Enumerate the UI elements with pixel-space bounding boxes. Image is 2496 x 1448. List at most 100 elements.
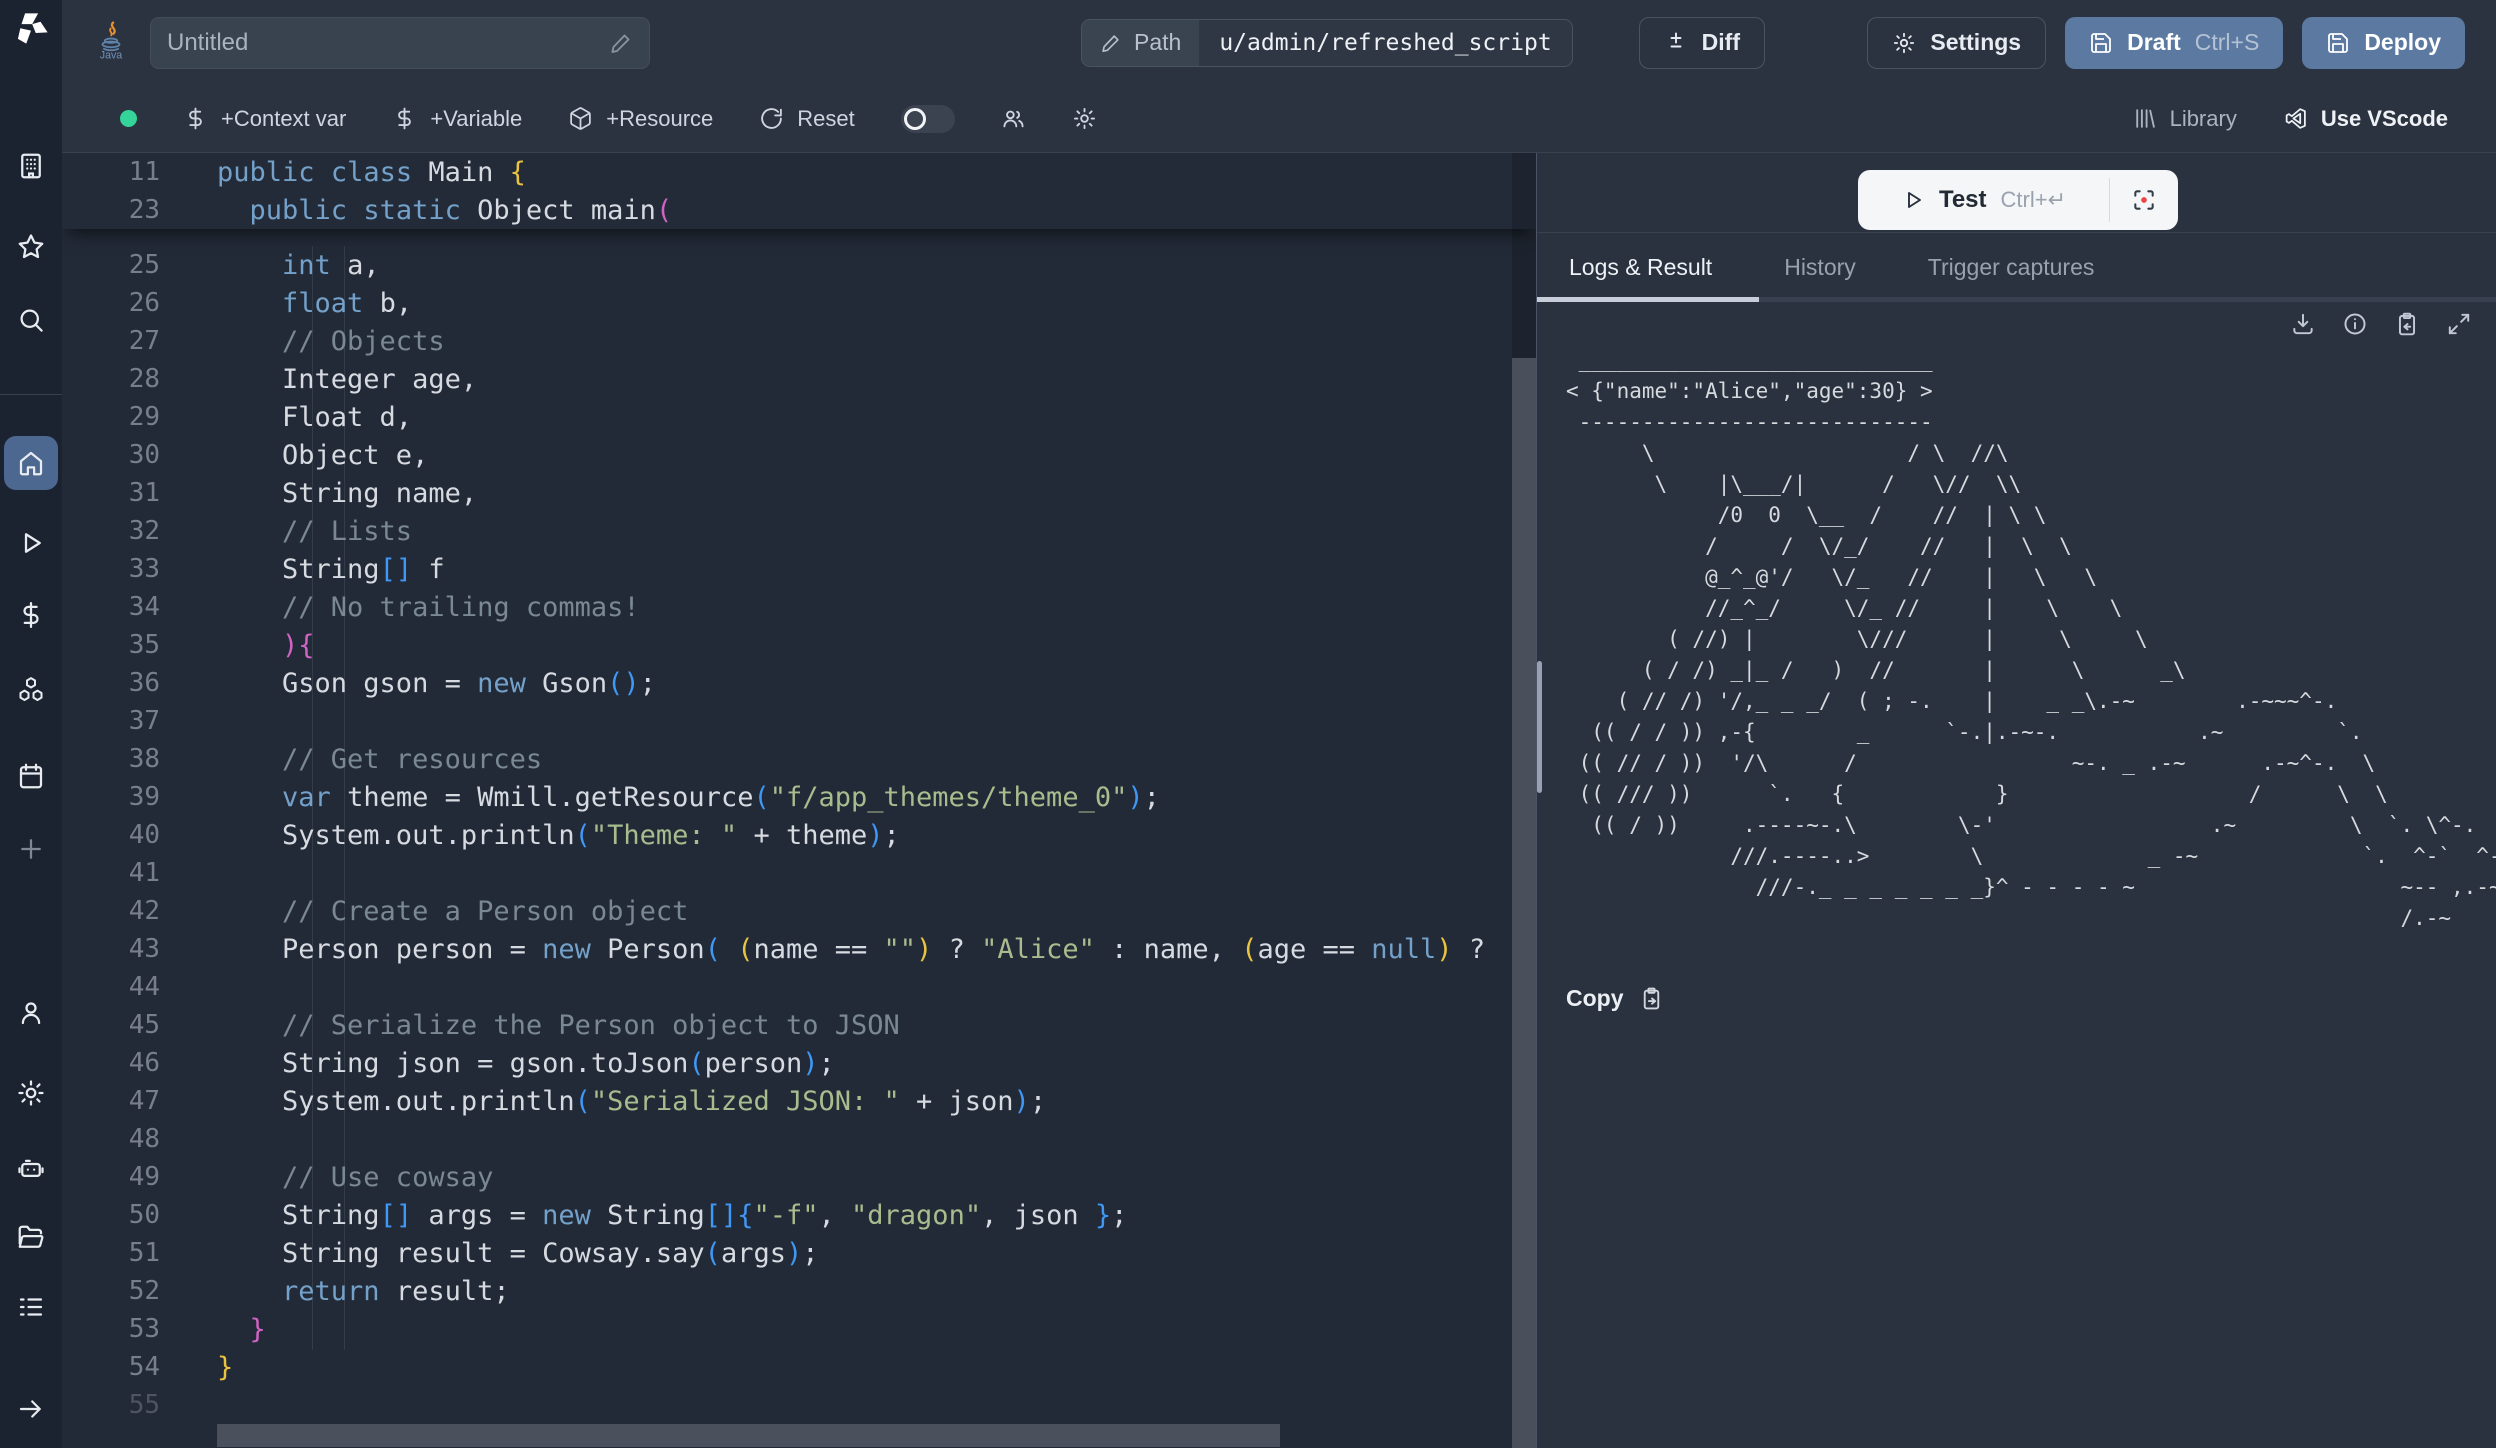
diff-label: Diff bbox=[1702, 29, 1740, 56]
deploy-button[interactable]: Deploy bbox=[2302, 17, 2465, 69]
library-icon bbox=[2132, 106, 2157, 131]
library-button[interactable]: Library bbox=[2132, 106, 2237, 132]
diff-button[interactable]: Diff bbox=[1639, 17, 1765, 69]
code-line: 54} bbox=[62, 1348, 1536, 1386]
status-dot bbox=[120, 110, 137, 127]
schedules-calendar-icon[interactable] bbox=[16, 761, 46, 791]
dollar-icon bbox=[183, 106, 208, 131]
draft-button[interactable]: Draft Ctrl+S bbox=[2065, 17, 2283, 69]
code-line: 29 Float d, bbox=[62, 398, 1536, 436]
script-title-value: Untitled bbox=[167, 29, 248, 57]
editor-settings-gear-icon[interactable] bbox=[1072, 106, 1097, 131]
windmill-logo[interactable] bbox=[12, 11, 50, 49]
variable-label: +Variable bbox=[430, 106, 522, 132]
settings-label: Settings bbox=[1930, 29, 2021, 56]
list-icon[interactable] bbox=[16, 1292, 46, 1322]
save-icon bbox=[2089, 31, 2113, 55]
clipboard-copy-icon bbox=[1639, 986, 1664, 1011]
gear-icon bbox=[1892, 31, 1916, 55]
diff-mode-toggle[interactable] bbox=[901, 105, 955, 133]
code-line: 49 // Use cowsay bbox=[62, 1158, 1536, 1196]
code-line: 52 return result; bbox=[62, 1272, 1536, 1310]
line-number: 35 bbox=[62, 630, 160, 660]
resources-cubes-icon[interactable] bbox=[16, 675, 46, 705]
folders-icon[interactable] bbox=[16, 1223, 46, 1253]
add-variable-button[interactable]: +Variable bbox=[392, 106, 522, 132]
line-number: 40 bbox=[62, 820, 160, 850]
star-icon[interactable] bbox=[16, 232, 46, 262]
path-field[interactable]: Path u/admin/refreshed_script bbox=[1081, 19, 1573, 67]
home-icon[interactable] bbox=[16, 448, 46, 478]
code-line: 26 float b, bbox=[62, 284, 1536, 322]
info-icon[interactable] bbox=[2342, 311, 2368, 337]
code-editor[interactable]: 25 int a,26 float b,27 // Objects28 Inte… bbox=[62, 153, 1536, 1448]
refresh-icon bbox=[759, 106, 784, 131]
line-number: 23 bbox=[62, 195, 160, 225]
clipboard-paste-icon[interactable] bbox=[2394, 311, 2420, 337]
scrollbar-thumb[interactable] bbox=[1512, 358, 1536, 1448]
panel-splitter-handle[interactable] bbox=[1537, 661, 1542, 793]
expand-icon[interactable] bbox=[2446, 311, 2472, 337]
settings-button[interactable]: Settings bbox=[1867, 17, 2046, 69]
capture-test-button[interactable] bbox=[2110, 170, 2178, 230]
collapse-arrow-right-icon[interactable] bbox=[16, 1394, 46, 1424]
multiplayer-users-icon[interactable] bbox=[1001, 106, 1026, 131]
script-title-input[interactable]: Untitled bbox=[150, 17, 650, 69]
resource-label: +Resource bbox=[606, 106, 713, 132]
test-button-group: Test Ctrl+↵ bbox=[1858, 170, 2178, 230]
code-line: 32 // Lists bbox=[62, 512, 1536, 550]
line-number: 49 bbox=[62, 1162, 160, 1192]
search-icon[interactable] bbox=[16, 305, 46, 335]
user-person-icon[interactable] bbox=[16, 998, 46, 1028]
reset-button[interactable]: Reset bbox=[759, 106, 854, 132]
code-line: 48 bbox=[62, 1120, 1536, 1158]
copy-result-button[interactable]: Copy bbox=[1566, 985, 1664, 1012]
code-line: 44 bbox=[62, 968, 1536, 1006]
vscode-icon bbox=[2283, 106, 2308, 131]
code-line: 23 public static Object main( bbox=[62, 191, 1536, 229]
code-line: 34 // No trailing commas! bbox=[62, 588, 1536, 626]
line-number: 38 bbox=[62, 744, 160, 774]
tab-trigger-captures[interactable]: Trigger captures bbox=[1928, 254, 2095, 281]
line-number: 45 bbox=[62, 1010, 160, 1040]
test-button[interactable]: Test Ctrl+↵ bbox=[1858, 170, 2109, 230]
add-plus-icon[interactable] bbox=[16, 834, 46, 864]
code-line: 46 String json = gson.toJson(person); bbox=[62, 1044, 1536, 1082]
editor-toolbar: +Context var +Variable +Resource Reset bbox=[62, 85, 2496, 153]
sticky-scroll-lines: 11public class Main {23 public static Ob… bbox=[62, 153, 1536, 229]
use-vscode-button[interactable]: Use VScode bbox=[2283, 106, 2448, 132]
line-number: 47 bbox=[62, 1086, 160, 1116]
tab-history[interactable]: History bbox=[1784, 254, 1856, 281]
editor-vertical-scrollbar[interactable] bbox=[1512, 153, 1536, 1448]
tab-logs-result[interactable]: Logs & Result bbox=[1569, 254, 1712, 281]
code-line: 39 var theme = Wmill.getResource("f/app_… bbox=[62, 778, 1536, 816]
save-icon bbox=[2326, 31, 2350, 55]
cowsay-result-output: ____________________________ < {"name":"… bbox=[1566, 345, 2496, 934]
download-icon[interactable] bbox=[2290, 311, 2316, 337]
settings-gear-icon[interactable] bbox=[16, 1078, 46, 1108]
workers-robot-icon[interactable] bbox=[16, 1154, 46, 1184]
editor-horizontal-scrollbar[interactable] bbox=[217, 1424, 1280, 1447]
dollar-icon bbox=[392, 106, 417, 131]
code-line: 30 Object e, bbox=[62, 436, 1536, 474]
building-icon[interactable] bbox=[16, 151, 46, 181]
code-line: 53 } bbox=[62, 1310, 1536, 1348]
code-line: 42 // Create a Person object bbox=[62, 892, 1536, 930]
line-number: 30 bbox=[62, 440, 160, 470]
toggle-knob bbox=[904, 108, 926, 130]
add-context-var-button[interactable]: +Context var bbox=[183, 106, 346, 132]
result-tabs: Logs & Result History Trigger captures bbox=[1537, 232, 2496, 302]
line-number: 29 bbox=[62, 402, 160, 432]
test-shortcut: Ctrl+↵ bbox=[2001, 187, 2067, 213]
code-line: 37 bbox=[62, 702, 1536, 740]
code-line: 36 Gson gson = new Gson(); bbox=[62, 664, 1536, 702]
variables-dollar-icon[interactable] bbox=[16, 600, 46, 630]
test-result-panel: Test Ctrl+↵ Logs & Result History Trigge… bbox=[1536, 153, 2496, 1448]
java-language-icon: Java bbox=[92, 20, 130, 66]
deploy-label: Deploy bbox=[2364, 29, 2441, 56]
line-number: 11 bbox=[62, 157, 160, 187]
runs-play-icon[interactable] bbox=[16, 528, 46, 558]
add-resource-button[interactable]: +Resource bbox=[568, 106, 713, 132]
code-line: 25 int a, bbox=[62, 246, 1536, 284]
code-lines: 25 int a,26 float b,27 // Objects28 Inte… bbox=[62, 246, 1536, 1424]
